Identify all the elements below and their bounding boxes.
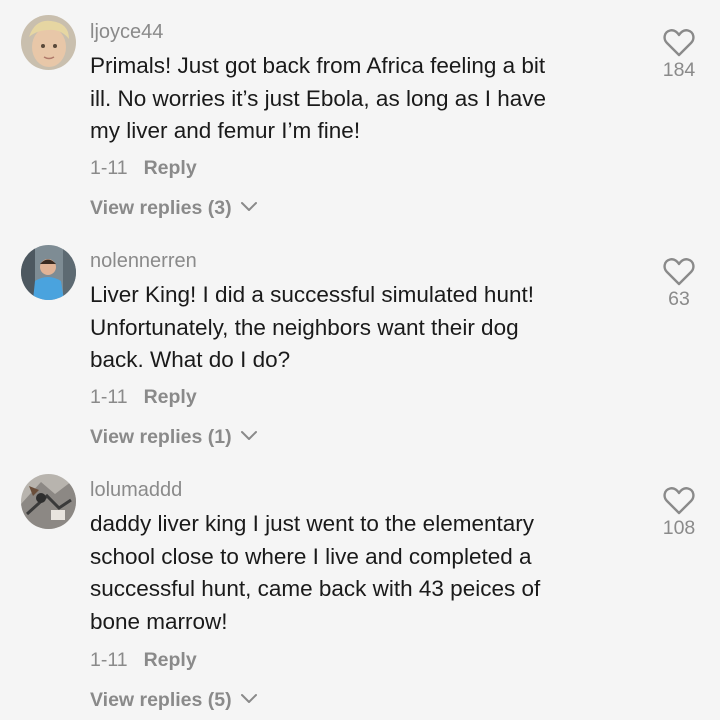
like-count: 63 — [668, 288, 690, 310]
chevron-down-icon — [241, 202, 258, 212]
like-button[interactable]: 184 — [655, 28, 703, 81]
comment-text: Primals! Just got back from Africa feeli… — [90, 50, 630, 148]
comment-username[interactable]: lolumaddd — [90, 478, 182, 502]
view-replies-button[interactable]: View replies (1) — [90, 425, 258, 449]
comment-text-line: my liver and femur I’m fine! — [90, 118, 361, 143]
comment-username[interactable]: ljoyce44 — [90, 20, 163, 44]
comment-text-line: back. What do I do? — [90, 347, 291, 372]
comment-text-line: school close to where I live and complet… — [90, 543, 532, 569]
view-replies-label: View replies (1) — [90, 426, 232, 448]
comment-text: Liver King! I did a successful simulated… — [90, 279, 630, 377]
comment-text-line: Liver King! I did a successful simulated… — [90, 282, 534, 307]
view-replies-button[interactable]: View replies (5) — [90, 688, 258, 712]
like-count: 108 — [662, 517, 696, 539]
comment-text-line: daddy liver king I just went to the elem… — [90, 511, 534, 536]
avatar[interactable] — [21, 474, 76, 529]
avatar[interactable] — [21, 15, 76, 70]
comment-date: 1-11 — [90, 386, 128, 408]
chevron-down-icon — [241, 431, 258, 441]
comment-username[interactable]: nolennerren — [90, 249, 197, 273]
heart-outline-icon — [663, 258, 695, 286]
comment-text-line: Primals! Just got back from Africa feeli… — [90, 53, 546, 78]
reply-button[interactable]: Reply — [144, 649, 197, 671]
reply-button[interactable]: Reply — [144, 157, 197, 179]
like-button[interactable]: 108 — [655, 486, 703, 539]
comment-meta: 1-11 Reply — [90, 156, 197, 180]
comment-meta: 1-11 Reply — [90, 385, 197, 409]
comment-date: 1-11 — [90, 649, 128, 671]
comment-text-line: successful hunt, came back with 43 peice… — [90, 576, 541, 601]
view-replies-label: View replies (3) — [90, 197, 232, 219]
view-replies-button[interactable]: View replies (3) — [90, 196, 258, 220]
chevron-down-icon — [241, 694, 258, 704]
heart-outline-icon — [663, 487, 695, 515]
comment-text-line: Unfortunately, the neighbors want their … — [90, 314, 519, 340]
comment-meta: 1-11 Reply — [90, 648, 197, 672]
comment-text-line: ill. No worries it’s just Ebola, as long… — [90, 85, 547, 111]
like-count: 184 — [662, 59, 696, 81]
comment-text: daddy liver king I just went to the elem… — [90, 508, 630, 638]
heart-outline-icon — [663, 29, 695, 57]
like-button[interactable]: 63 — [655, 257, 703, 310]
avatar[interactable] — [21, 245, 76, 300]
comment-date: 1-11 — [90, 157, 128, 179]
view-replies-label: View replies (5) — [90, 689, 232, 711]
comment-text-line: bone marrow! — [90, 608, 228, 634]
reply-button[interactable]: Reply — [144, 386, 197, 408]
